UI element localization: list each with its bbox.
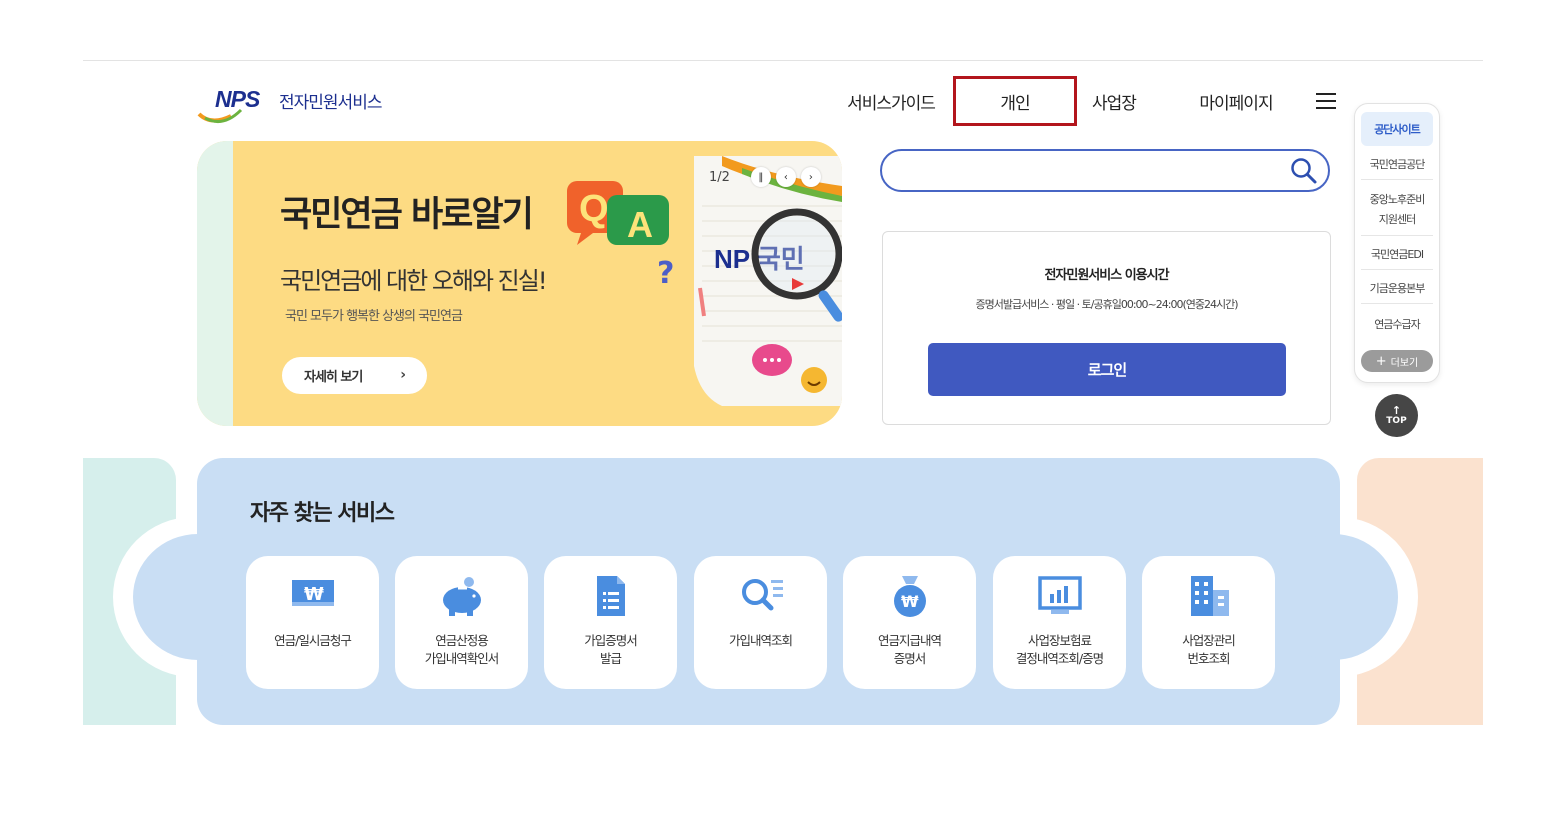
- pause-icon[interactable]: ‖: [750, 167, 771, 187]
- nav-service-guide[interactable]: 서비스가이드: [835, 76, 947, 126]
- quick-site-menu: 공단사이트 국민연금공단 중앙노후준비 지원센터 국민연금EDI 기금운용본부 …: [1354, 103, 1440, 383]
- service-hours-title: 전자민원서비스 이용시간: [1044, 268, 1169, 283]
- service-pension-calc-record[interactable]: 연금산정용 가입내역확인서: [395, 556, 528, 689]
- service-membership-inquiry[interactable]: 가입내역조회: [694, 556, 827, 689]
- banner-title: 국민연금 바로알기: [280, 195, 534, 235]
- service-payment-certificate[interactable]: ₩ 연금지급내역 증명서: [843, 556, 976, 689]
- building-icon: [1190, 576, 1229, 616]
- service-business-number[interactable]: 사업장관리 번호조회: [1142, 556, 1275, 689]
- search-input[interactable]: [900, 151, 1290, 189]
- banner-illustration: NP 국민: [694, 156, 842, 406]
- side-item-retirement-center[interactable]: 중앙노후준비 지원센터: [1361, 184, 1433, 236]
- chevron-right-icon: ›: [400, 367, 406, 383]
- service-hours-box: 전자민원서비스 이용시간 증명서발급서비스 · 평일 · 토/공휴일00:00~…: [882, 231, 1331, 425]
- service-label: 가입증명서 발급: [584, 633, 638, 666]
- side-item-recipient[interactable]: 연금수급자: [1361, 310, 1433, 340]
- banner-controls: 1/2 ‖ ‹ ›: [709, 166, 821, 188]
- top-divider: [83, 60, 1483, 61]
- side-more-label: 더보기: [1390, 357, 1419, 369]
- service-label: 사업장관리 번호조회: [1182, 633, 1236, 666]
- nav-mypage[interactable]: 마이페이지: [1185, 76, 1287, 126]
- arrow-up-icon: ↑: [1391, 403, 1402, 417]
- decor-left-bump-inner: [133, 534, 263, 660]
- plus-icon: +: [1375, 353, 1387, 369]
- logo[interactable]: NPS 전자민원서비스: [197, 84, 407, 126]
- main-banner[interactable]: 국민연금 바로알기 Q A 국민연금에 대한 오해와 진실! ? 국민 모두가 …: [197, 141, 842, 426]
- nav-business[interactable]: 사업장: [1078, 76, 1150, 126]
- search-list-icon: [741, 579, 783, 611]
- qa-badge-icon: Q A: [567, 181, 669, 249]
- service-label: 사업장보험료 결정내역조회/증명: [1015, 633, 1104, 666]
- side-more-button[interactable]: + 더보기: [1361, 350, 1433, 372]
- svg-text:₩: ₩: [304, 584, 324, 605]
- service-business-premium[interactable]: 사업장보험료 결정내역조회/증명: [993, 556, 1126, 689]
- login-button[interactable]: 로그인: [928, 343, 1286, 396]
- frequent-services-title: 자주 찾는 서비스: [250, 501, 395, 526]
- svg-text:₩: ₩: [901, 592, 919, 611]
- logo-mark: NPS: [215, 86, 260, 112]
- service-label: 연금산정용 가입내역확인서: [424, 633, 500, 666]
- top-label: TOP: [1386, 415, 1407, 426]
- menu-icon[interactable]: [1316, 93, 1336, 109]
- side-item-fund[interactable]: 기금운용본부: [1361, 274, 1433, 304]
- prev-icon[interactable]: ‹: [775, 167, 796, 187]
- service-pension-claim[interactable]: ₩ 연금/일시금청구: [246, 556, 379, 689]
- service-label: 연금지급내역 증명서: [877, 633, 942, 666]
- service-membership-certificate[interactable]: 가입증명서 발급: [544, 556, 677, 689]
- document-icon: [596, 576, 625, 616]
- service-label: 연금/일시금청구: [274, 633, 352, 648]
- money-bag-icon: ₩: [893, 576, 926, 617]
- service-hours-desc: 증명서발급서비스 · 평일 · 토/공휴일00:00~24:00(연중24시간): [975, 298, 1238, 311]
- search-box: [880, 149, 1330, 192]
- decor-right-bump-inner: [1268, 534, 1398, 660]
- piggy-bank-icon: [442, 577, 481, 616]
- search-icon[interactable]: [1290, 157, 1318, 185]
- banner-subtitle: 국민연금에 대한 오해와 진실!: [280, 267, 547, 295]
- qa-badge-q: Q: [579, 188, 609, 230]
- banner-more-button[interactable]: 자세히 보기 ›: [282, 357, 427, 394]
- next-icon[interactable]: ›: [800, 167, 821, 187]
- won-card-icon: ₩: [291, 580, 334, 606]
- chart-monitor-icon: [1037, 576, 1082, 614]
- scroll-top-button[interactable]: ↑ TOP: [1375, 394, 1418, 437]
- logo-text: 전자민원서비스: [279, 93, 382, 113]
- side-item-nps[interactable]: 국민연금공단: [1361, 150, 1433, 180]
- banner-description: 국민 모두가 행복한 상생의 국민연금: [285, 309, 463, 324]
- side-menu-header: 공단사이트: [1361, 112, 1433, 146]
- qa-badge-a: A: [627, 204, 653, 245]
- side-item-edi[interactable]: 국민연금EDI: [1361, 240, 1433, 270]
- question-mark-icon: ?: [657, 256, 675, 291]
- banner-more-label: 자세히 보기: [304, 370, 363, 385]
- banner-pager: 1/2: [709, 169, 730, 185]
- banner-left-strip: [197, 141, 233, 426]
- service-label: 가입내역조회: [728, 633, 793, 648]
- nav-personal[interactable]: 개인: [953, 76, 1077, 126]
